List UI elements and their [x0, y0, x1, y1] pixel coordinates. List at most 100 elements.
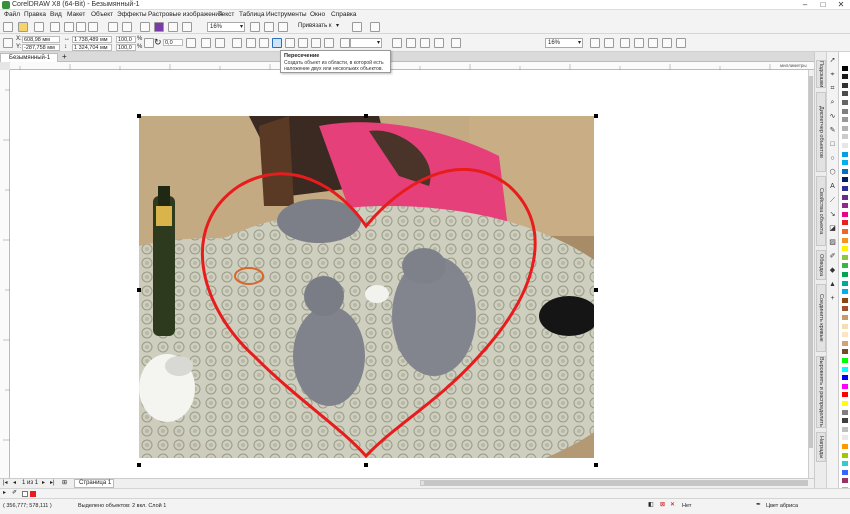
palette-swatch[interactable] [841, 322, 849, 330]
save-icon[interactable] [34, 22, 44, 32]
palette-swatch[interactable] [841, 382, 849, 390]
transparency-tool-icon[interactable]: ▨ [828, 238, 837, 247]
rectangle-tool-icon[interactable]: □ [828, 140, 837, 149]
selection-handle-top-right[interactable] [594, 114, 598, 118]
dock-tab-rewards[interactable]: Награды [816, 432, 826, 462]
palette-swatch[interactable] [841, 434, 849, 442]
selection-handle-top-left[interactable] [137, 114, 141, 118]
horizontal-ruler[interactable]: миллиметры [10, 62, 814, 70]
outline-width-icon[interactable] [340, 38, 350, 48]
to-back-icon[interactable] [406, 38, 416, 48]
menu-effects[interactable]: Эффекты [117, 10, 147, 20]
eyedropper-small-icon[interactable]: ✐ [12, 490, 17, 497]
palette-swatch[interactable] [841, 391, 849, 399]
palette-swatch[interactable] [841, 185, 849, 192]
polygon-tool-icon[interactable]: ⬡ [828, 168, 837, 177]
zoom-height-icon[interactable] [676, 38, 686, 48]
palette-swatch[interactable] [841, 262, 849, 270]
import-icon[interactable] [154, 22, 164, 32]
zoom-in-icon[interactable] [590, 38, 600, 48]
selection-handle-bottom-center[interactable] [364, 463, 368, 467]
text-tool-icon[interactable]: A [828, 182, 837, 191]
intersect-icon[interactable] [272, 38, 282, 48]
new-document-icon[interactable] [3, 22, 13, 32]
palette-swatch[interactable] [841, 107, 849, 115]
y-position-field[interactable]: -287,758 мм [22, 44, 60, 51]
zoom-level-select[interactable]: 16% ▾ [207, 22, 245, 32]
smart-fill-icon[interactable]: ▲ [828, 280, 837, 289]
scale-y-field[interactable]: 100,0 [116, 44, 136, 51]
palette-swatch[interactable] [841, 81, 849, 89]
plus-icon[interactable] [451, 38, 461, 48]
export-icon[interactable] [168, 22, 178, 32]
object-origin-icon[interactable] [3, 38, 13, 48]
menu-help[interactable]: Справка [331, 10, 357, 20]
quick-trace-icon[interactable] [420, 38, 430, 48]
palette-swatch[interactable] [841, 296, 849, 304]
palette-swatch[interactable] [841, 56, 849, 63]
palette-swatch[interactable] [841, 271, 849, 278]
palette-swatch[interactable] [841, 133, 849, 141]
open-folder-icon[interactable] [18, 22, 28, 32]
full-screen-icon[interactable] [250, 22, 260, 32]
cut-icon[interactable] [64, 22, 74, 32]
rotation-field[interactable]: 0,0 [163, 39, 183, 46]
align-icon[interactable] [434, 38, 444, 48]
create-boundary-icon[interactable] [311, 38, 321, 48]
width-field[interactable]: 1 738,489 мм [72, 36, 112, 43]
dock-tab-object-properties[interactable]: Свойства объекта [816, 176, 826, 246]
crop-tool-icon[interactable]: ⌗ [828, 84, 837, 93]
palette-swatch[interactable] [841, 357, 849, 364]
vertical-scroll-thumb[interactable] [809, 76, 813, 448]
menu-text[interactable]: Текст [218, 10, 234, 20]
palette-swatch[interactable] [841, 365, 849, 373]
add-tool-plus-icon[interactable]: + [828, 294, 837, 303]
selection-handle-bottom-left[interactable] [137, 463, 141, 467]
palette-swatch[interactable] [841, 90, 849, 98]
palette-swatch[interactable] [841, 477, 849, 485]
show-grid-icon[interactable] [278, 22, 288, 32]
show-rulers-icon[interactable] [264, 22, 274, 32]
vertical-ruler[interactable] [0, 70, 10, 478]
palette-swatch[interactable] [841, 116, 849, 124]
zoom-tool-icon[interactable]: ⌕ [828, 98, 837, 107]
palette-swatch[interactable] [841, 236, 849, 244]
front-minus-back-icon[interactable] [285, 38, 295, 48]
parallel-dimension-icon[interactable]: ⟋ [828, 196, 837, 205]
palette-swatch[interactable] [841, 124, 849, 132]
artistic-media-icon[interactable]: ✎ [828, 126, 837, 135]
mirror-vertical-icon[interactable] [201, 38, 211, 48]
palette-swatch[interactable] [841, 193, 849, 201]
mirror-horizontal-icon[interactable] [186, 38, 196, 48]
palette-swatch[interactable] [841, 417, 849, 425]
selection-handle-middle-right[interactable] [594, 288, 598, 292]
print-icon[interactable] [50, 22, 60, 32]
palette-swatch[interactable] [841, 73, 849, 81]
redo-icon[interactable] [122, 22, 132, 32]
height-field[interactable]: 1 324,704 мм [72, 44, 112, 51]
palette-swatch[interactable] [841, 167, 849, 175]
palette-swatch[interactable] [841, 348, 849, 356]
palette-swatch[interactable] [841, 279, 849, 287]
palette-swatch[interactable] [841, 400, 849, 407]
to-front-icon[interactable] [392, 38, 402, 48]
palette-swatch[interactable] [841, 305, 849, 313]
palette-swatch[interactable] [841, 176, 849, 184]
red-swatch[interactable] [30, 491, 36, 497]
shape-tool-icon[interactable]: ⌖ [828, 70, 837, 79]
paste-icon[interactable] [88, 22, 98, 32]
palette-swatch[interactable] [841, 460, 849, 468]
document-tab[interactable]: Безымянный-1 [0, 53, 58, 62]
dock-tab-object-manager[interactable]: Диспетчер объектов [816, 92, 826, 172]
palette-swatch[interactable] [841, 150, 849, 158]
palette-swatch[interactable] [841, 228, 849, 235]
menu-edit[interactable]: Правка [24, 10, 46, 20]
next-page-icon[interactable]: ▸ [42, 480, 45, 487]
eyedropper-tool-icon[interactable]: ✐ [828, 252, 837, 261]
freehand-tool-icon[interactable]: ∿ [828, 112, 837, 121]
dock-tab-align-distribute[interactable]: Выровнять и распределить [816, 356, 826, 428]
palette-swatch[interactable] [841, 210, 849, 218]
x-position-field[interactable]: 608,98 мм [22, 36, 60, 43]
application-launcher-icon[interactable] [370, 22, 380, 32]
selection-handle-middle-left[interactable] [137, 288, 141, 292]
